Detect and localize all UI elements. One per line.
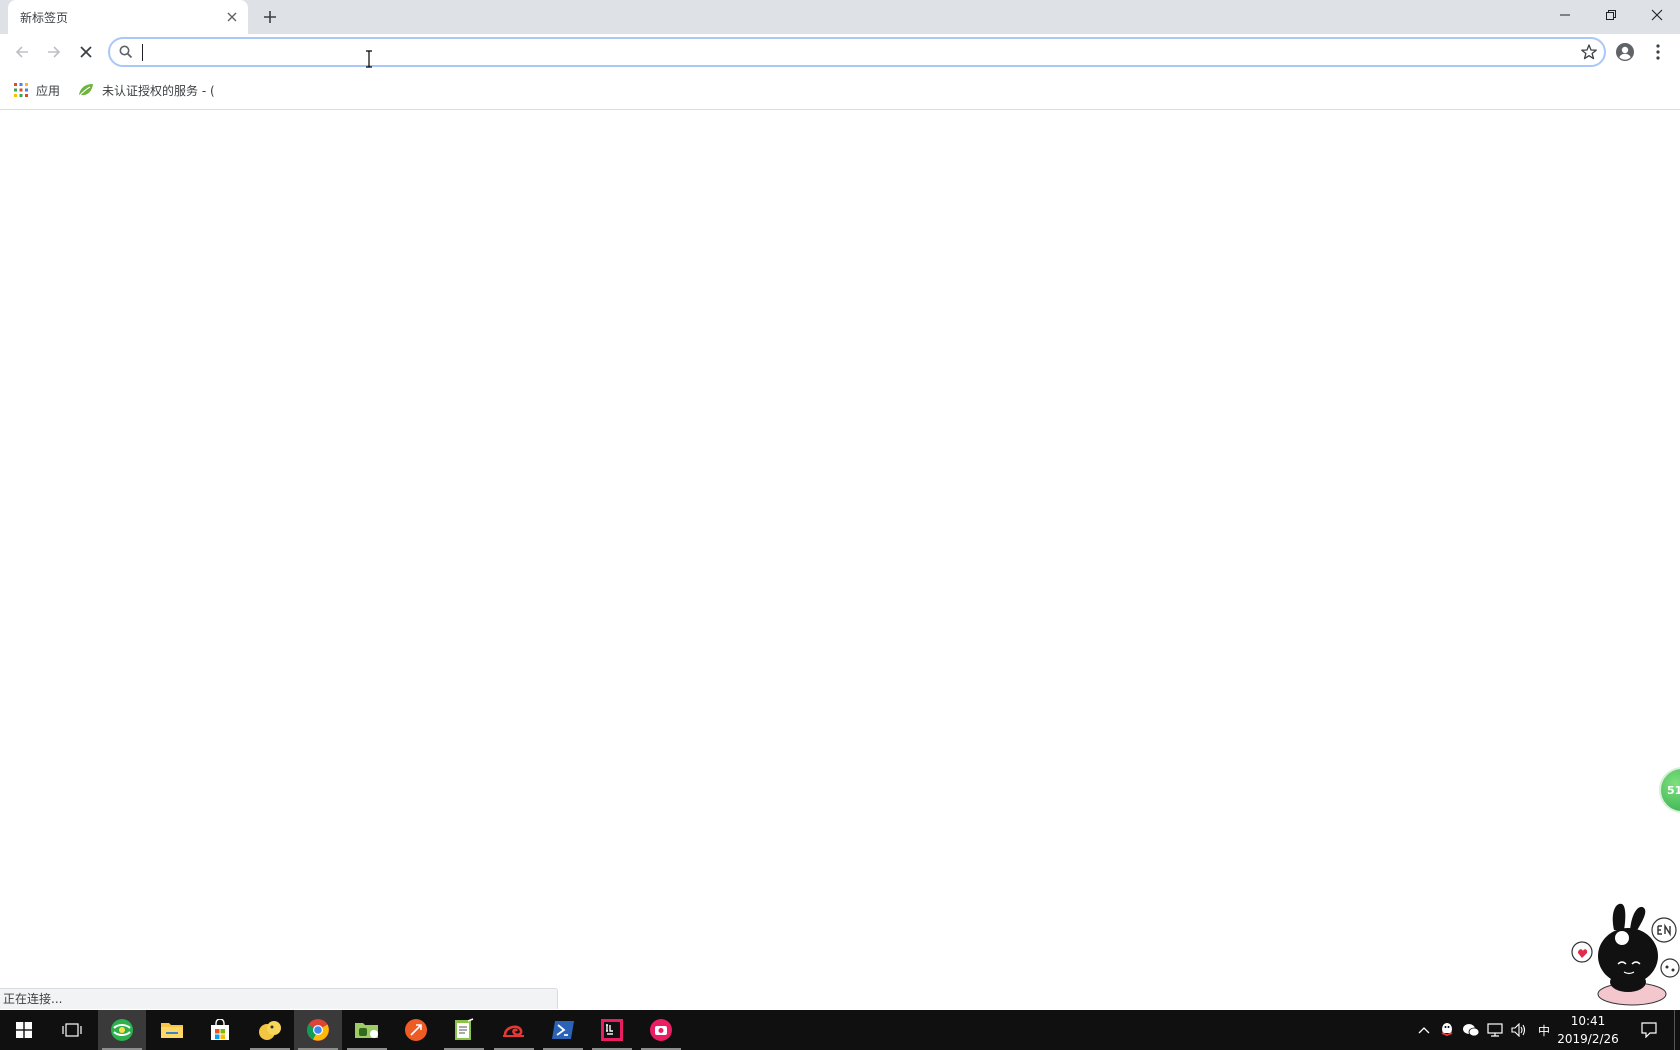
taskbar-app-screen-recorder[interactable]: [637, 1010, 685, 1050]
tray-qq[interactable]: [1436, 1010, 1458, 1050]
rabbit-mascot-icon[interactable]: [1566, 898, 1680, 1008]
taskbar-app-intellij[interactable]: [588, 1010, 636, 1050]
forward-button[interactable]: [40, 38, 68, 66]
apps-grid-icon: [14, 83, 28, 97]
tray-wechat[interactable]: [1460, 1010, 1482, 1050]
tab-title: 新标签页: [20, 11, 69, 25]
stop-loading-button[interactable]: [72, 38, 100, 66]
back-button[interactable]: [8, 38, 36, 66]
start-button[interactable]: [0, 1010, 48, 1050]
text-caret: [142, 44, 143, 61]
intellij-icon: [601, 1019, 623, 1041]
task-view-icon: [62, 1023, 82, 1037]
snail-git-icon: [503, 1025, 524, 1037]
wechat-icon: [1463, 1024, 1480, 1037]
browser-360-icon: [111, 1019, 133, 1041]
clock-time: 10:41: [1570, 1014, 1606, 1028]
chrome-icon: [307, 1019, 329, 1041]
omnibox[interactable]: [108, 37, 1606, 67]
store-bag-icon: [211, 1019, 229, 1040]
qq-penguin-icon: [1441, 1023, 1453, 1037]
page-content: [0, 110, 1680, 1009]
taskbar-app-green-folder[interactable]: [343, 1010, 391, 1050]
restore-button[interactable]: [1588, 0, 1634, 30]
status-bubble: 正在连接...: [0, 988, 558, 1009]
new-tab-button[interactable]: [258, 5, 282, 29]
chevron-up-icon: [1418, 1027, 1430, 1034]
more-vert-icon: [1656, 44, 1660, 60]
task-view-button[interactable]: [48, 1010, 96, 1050]
tray-volume[interactable]: [1508, 1010, 1530, 1050]
taskbar-app-chrome[interactable]: [294, 1010, 342, 1050]
floating-ball-text: 51: [1667, 783, 1680, 797]
taskbar-app-store[interactable]: [196, 1010, 244, 1050]
taskbar-app-notepad[interactable]: [440, 1010, 488, 1050]
tab-close-icon[interactable]: [222, 7, 242, 27]
tray-network[interactable]: [1484, 1010, 1506, 1050]
leaf-icon: [78, 84, 93, 97]
tray-clock[interactable]: 10:41 2019/2/26: [1548, 1012, 1628, 1048]
arrow-left-icon: [15, 46, 28, 58]
folder-icon: [161, 1023, 183, 1038]
taskbar: 中 10:41 2019/2/26: [0, 1010, 1680, 1050]
screen: 新标签页 应用 未认证授权的服务 - (51 正在连接... 中 10:41 …: [0, 0, 1680, 1050]
yellow-app-icon: [259, 1021, 281, 1040]
minimize-icon: [1560, 14, 1570, 16]
network-icon: [1487, 1023, 1503, 1037]
taskbar-app-git[interactable]: [490, 1010, 538, 1050]
taskbar-app-yellow[interactable]: [246, 1010, 294, 1050]
postman-icon: [405, 1019, 427, 1041]
tab-strip: 新标签页: [0, 0, 1680, 34]
plus-icon: [264, 11, 276, 23]
account-circle-icon: [1616, 43, 1634, 61]
clock-date: 2019/2/26: [1557, 1032, 1619, 1046]
taskbar-app-powershell[interactable]: [539, 1010, 587, 1050]
menu-button[interactable]: [1644, 38, 1672, 66]
arrow-right-icon: [48, 46, 61, 58]
toolbar: [0, 34, 1680, 71]
recorder-icon: [650, 1019, 672, 1041]
notification-icon: [1641, 1022, 1657, 1038]
bookmark-apps[interactable]: 应用: [14, 77, 60, 103]
green-folder-icon: [355, 1023, 378, 1038]
profile-button[interactable]: [1611, 38, 1639, 66]
bookmark-unauthorized-service[interactable]: 未认证授权的服务 - (: [78, 77, 215, 103]
action-center-button[interactable]: [1634, 1010, 1664, 1050]
taskbar-app-file-explorer[interactable]: [148, 1010, 196, 1050]
star-icon[interactable]: [1580, 43, 1598, 61]
tab-new-tab[interactable]: 新标签页: [8, 0, 248, 34]
address-input[interactable]: [142, 42, 1542, 62]
tray-overflow-button[interactable]: [1414, 1010, 1434, 1050]
powershell-icon: [552, 1021, 574, 1039]
bookmarks-bar: 应用 未认证授权的服务 - (: [0, 71, 1680, 110]
restore-icon: [1606, 10, 1616, 20]
windows-logo-icon: [16, 1022, 32, 1038]
bookmark-label: 应用: [36, 83, 61, 98]
stop-x-icon: [80, 46, 92, 58]
ibeam-cursor-icon: [366, 50, 372, 68]
taskbar-app-postman[interactable]: [392, 1010, 440, 1050]
bookmark-label: 未认证授权的服务 - (: [102, 83, 215, 98]
close-window-button[interactable]: [1634, 0, 1680, 30]
minimize-button[interactable]: [1542, 0, 1588, 30]
speaker-icon: [1511, 1023, 1526, 1037]
show-desktop-divider[interactable]: [1674, 1010, 1675, 1050]
close-icon: [1651, 9, 1663, 21]
notepad-icon: [455, 1018, 474, 1040]
search-icon: [119, 45, 133, 59]
taskbar-app-360-browser[interactable]: [98, 1010, 146, 1050]
